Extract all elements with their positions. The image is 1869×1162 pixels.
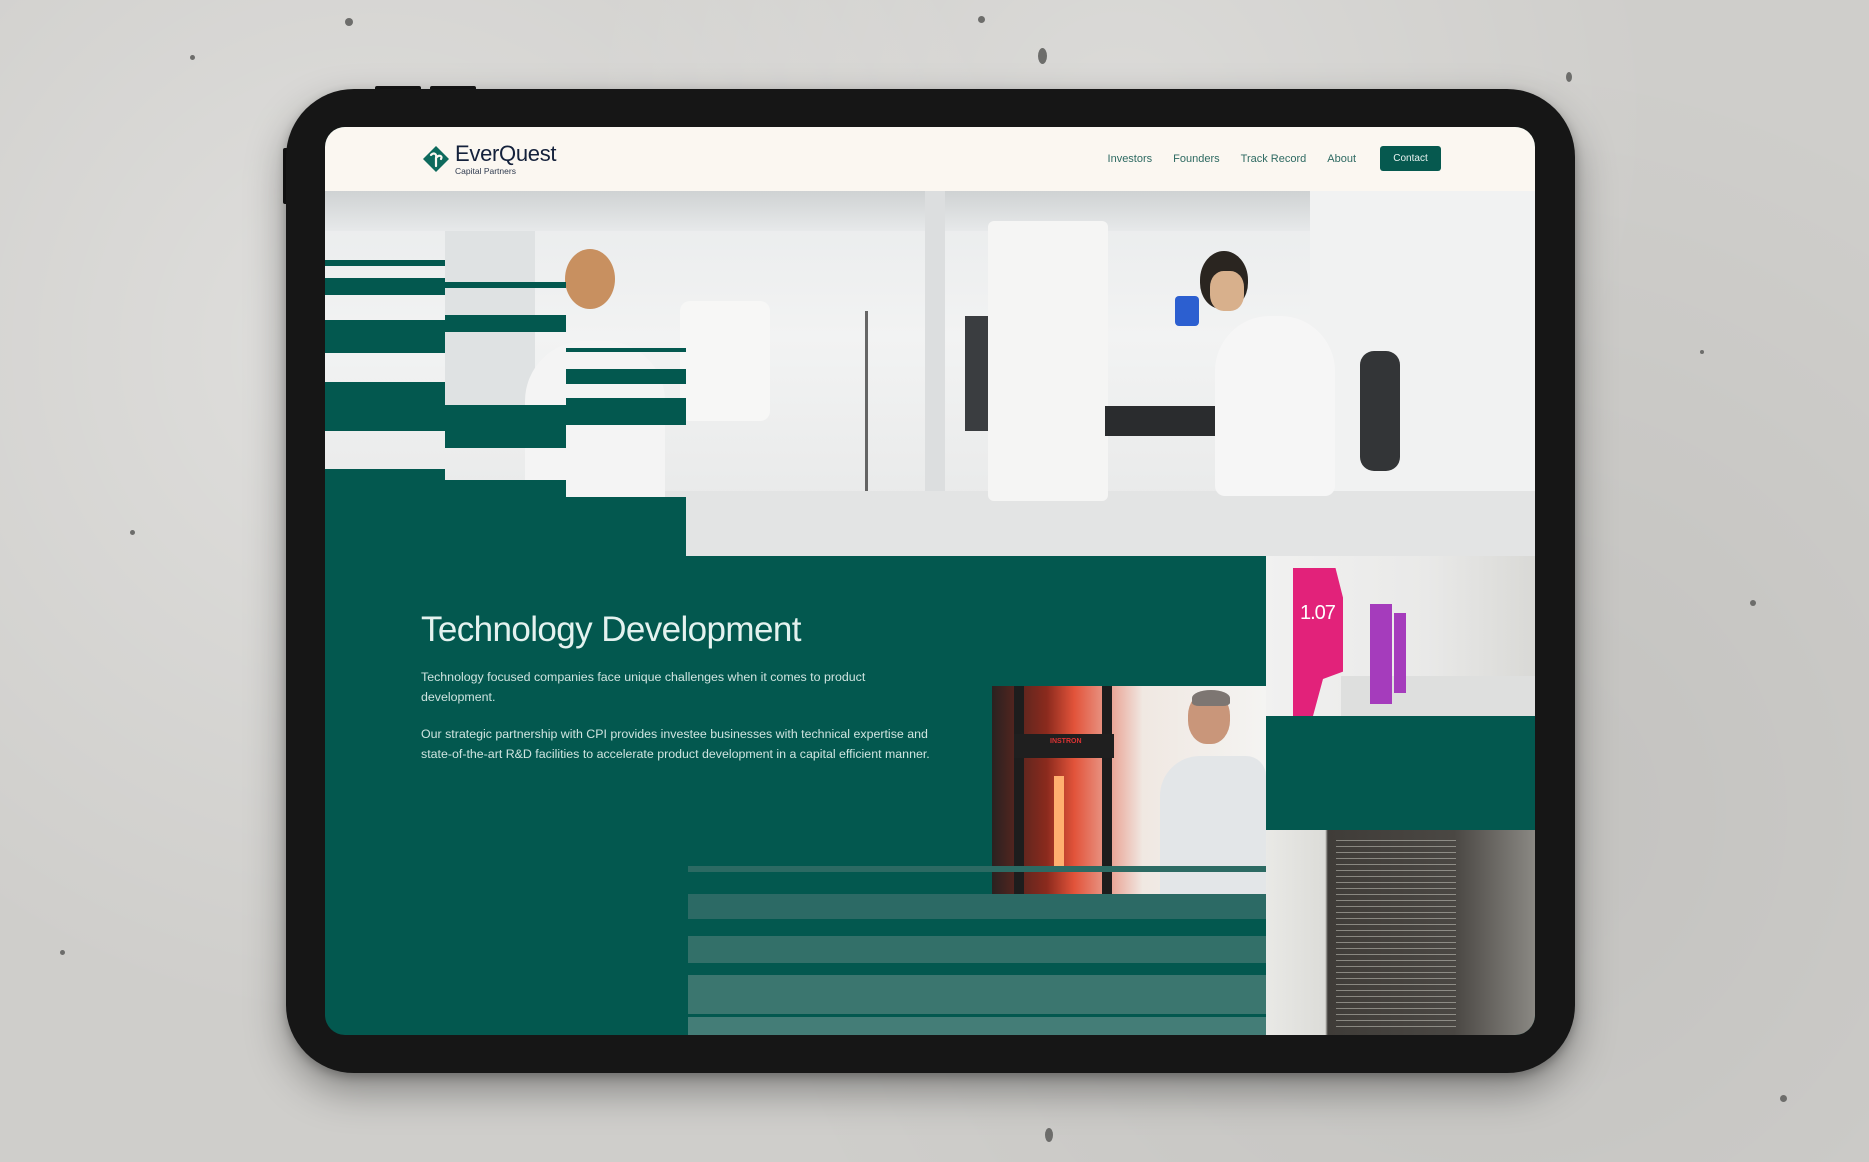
scientist-1-head (565, 249, 615, 309)
decor-stripe (688, 936, 1266, 963)
machine-frame (1014, 686, 1024, 895)
lab-chair (1360, 351, 1400, 471)
decor-bar (566, 369, 686, 384)
purple-door-frame (1394, 613, 1406, 693)
wall-speck (1566, 72, 1572, 82)
decor-stripe (688, 894, 1266, 919)
microscope-blue-part (1175, 296, 1199, 326)
instron-photo: INSTRON (992, 686, 1266, 895)
wall-speck (190, 55, 195, 60)
nav-about[interactable]: About (1327, 153, 1356, 165)
scientist-2 (1215, 316, 1335, 496)
room-sign (1293, 568, 1343, 716)
decor-bar (325, 260, 445, 266)
section-paragraph: Our strategic partnership with CPI provi… (421, 727, 930, 761)
decor-bar (445, 315, 566, 332)
decor-stripe (688, 866, 1266, 872)
purple-door-frame (1370, 604, 1392, 704)
nav-track-record[interactable]: Track Record (1241, 153, 1307, 165)
wall-speck (1045, 1128, 1053, 1142)
wall-speck (1750, 600, 1756, 606)
decor-bar (325, 320, 445, 353)
machine-brand: INSTRON (1050, 738, 1082, 745)
decor-stripe (688, 1017, 1266, 1035)
microscope-stage (1105, 406, 1230, 436)
brand-logo[interactable]: EverQuest Capital Partners (422, 141, 557, 176)
machine-frame (1102, 686, 1112, 895)
scientist-2-face (1210, 271, 1244, 311)
brand-tagline: Capital Partners (455, 166, 516, 176)
decor-bar (325, 382, 445, 431)
section-content: Technology Development Technology focuse… (421, 609, 941, 764)
section-paragraph: Technology focused companies face unique… (421, 670, 866, 704)
scientist-3 (1160, 756, 1266, 895)
section-heading: Technology Development (421, 610, 801, 649)
tablet-screen: EverQuest Capital Partners Investors Fou… (325, 127, 1535, 1035)
main-nav: Investors Founders Track Record About Co… (1108, 146, 1441, 171)
scientist-3-hair (1192, 690, 1230, 706)
corridor-photo: 1.07 (1266, 556, 1535, 716)
code-lines (1336, 840, 1456, 1030)
decor-block (325, 469, 445, 569)
wall-speck (978, 16, 985, 23)
nav-founders[interactable]: Founders (1173, 153, 1219, 165)
wall-speck (1038, 48, 1047, 64)
microscope-2 (988, 221, 1108, 501)
leaf-diamond-icon (423, 146, 449, 172)
room-sign-number: 1.07 (1300, 602, 1336, 624)
contact-button[interactable]: Contact (1380, 146, 1441, 171)
wall-speck (1700, 350, 1704, 354)
decor-bar (325, 278, 445, 295)
microscope-1 (680, 301, 770, 421)
wall-speck (345, 18, 353, 26)
code-screen-photo (1266, 830, 1535, 1035)
site-header: EverQuest Capital Partners Investors Fou… (325, 127, 1535, 191)
decor-bar (566, 398, 686, 425)
wall-speck (1780, 1095, 1787, 1102)
decor-block (445, 480, 566, 570)
decor-bar (445, 405, 566, 448)
nav-investors[interactable]: Investors (1108, 153, 1153, 165)
machine-specimen (1054, 776, 1064, 866)
decor-stripe (688, 975, 1266, 1014)
decor-block (566, 497, 686, 569)
decor-bar (566, 348, 686, 352)
brand-name: EverQuest (455, 141, 557, 166)
wall-speck (130, 530, 135, 535)
wall-speck (60, 950, 65, 955)
decor-block (1266, 716, 1535, 830)
decor-bar (445, 282, 566, 288)
